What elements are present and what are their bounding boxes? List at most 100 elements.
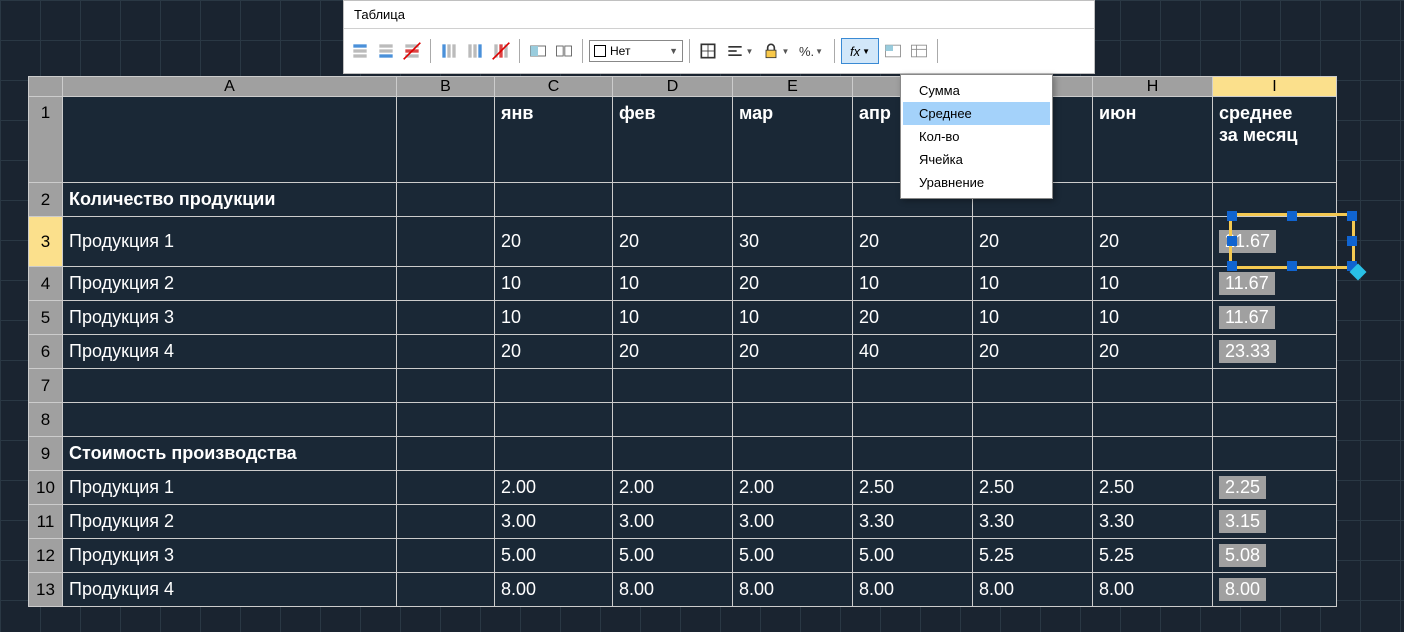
table-cell[interactable] — [397, 539, 495, 573]
table-cell[interactable]: 5.08 — [1213, 539, 1337, 573]
unmerge-cells-icon[interactable] — [552, 39, 576, 63]
table-cell[interactable] — [1093, 437, 1213, 471]
formula-menu-item[interactable]: Среднее — [903, 102, 1050, 125]
table-cell[interactable]: 10 — [733, 301, 853, 335]
table-cell[interactable]: Продукция 4 — [63, 573, 397, 607]
row-header[interactable]: 13 — [29, 573, 63, 607]
table-cell[interactable]: 3.30 — [853, 505, 973, 539]
table-cell[interactable]: 20 — [973, 217, 1093, 267]
table-cell[interactable]: 11.67 — [1213, 267, 1337, 301]
table-cell[interactable]: 2.25 — [1213, 471, 1337, 505]
percent-format-icon[interactable]: %.▼ — [794, 39, 828, 63]
row-header[interactable]: 8 — [29, 403, 63, 437]
table-cell[interactable] — [973, 403, 1093, 437]
table-cell[interactable]: 20 — [495, 335, 613, 369]
table-cell[interactable]: 20 — [733, 267, 853, 301]
table-cell[interactable]: 10 — [613, 267, 733, 301]
table-cell[interactable] — [63, 403, 397, 437]
column-header[interactable]: B — [397, 77, 495, 97]
table-datalink-icon[interactable] — [907, 39, 931, 63]
table-cell[interactable] — [397, 267, 495, 301]
table-cell[interactable] — [1213, 369, 1337, 403]
formula-dropdown-button[interactable]: fx▼ — [841, 38, 879, 64]
table-cell[interactable]: 3.30 — [1093, 505, 1213, 539]
table-cell[interactable]: 3.30 — [973, 505, 1093, 539]
lock-icon[interactable]: ▼ — [758, 39, 792, 63]
table-cell[interactable] — [1213, 403, 1337, 437]
table-cell[interactable] — [495, 369, 613, 403]
table-cell[interactable] — [853, 403, 973, 437]
table-cell[interactable]: 20 — [1093, 217, 1213, 267]
table-cell[interactable]: среднееза месяц — [1213, 97, 1337, 183]
table-cell[interactable]: 20 — [853, 217, 973, 267]
row-header[interactable]: 9 — [29, 437, 63, 471]
table-cell[interactable] — [613, 369, 733, 403]
table-cell[interactable]: 3.00 — [495, 505, 613, 539]
table-cell[interactable]: 2.00 — [613, 471, 733, 505]
insert-col-left-icon[interactable] — [437, 39, 461, 63]
table-cell[interactable] — [63, 369, 397, 403]
table-cell[interactable]: 20 — [613, 217, 733, 267]
table-cell[interactable]: 8.00 — [1093, 573, 1213, 607]
insert-col-right-icon[interactable] — [463, 39, 487, 63]
table-cell[interactable] — [397, 573, 495, 607]
table-cell[interactable]: Продукция 1 — [63, 471, 397, 505]
table-cell[interactable] — [613, 403, 733, 437]
table-cell[interactable]: мар — [733, 97, 853, 183]
table-cell[interactable] — [853, 369, 973, 403]
table-cell[interactable] — [613, 183, 733, 217]
table-cell[interactable]: Продукция 1 — [63, 217, 397, 267]
table-cell[interactable]: 8.00 — [495, 573, 613, 607]
table-cell[interactable]: Стоимость производства — [63, 437, 397, 471]
table-cell[interactable]: 20 — [973, 335, 1093, 369]
table-cell[interactable]: 8.00 — [853, 573, 973, 607]
row-header[interactable]: 12 — [29, 539, 63, 573]
table-cell[interactable]: 20 — [495, 217, 613, 267]
table-cell[interactable] — [397, 437, 495, 471]
table-cell[interactable]: 8.00 — [613, 573, 733, 607]
table-cell[interactable]: 21.67 — [1213, 217, 1337, 267]
spreadsheet-table[interactable]: ABCDEFGHI1янвфевмарапрмайиюнсреднееза ме… — [28, 76, 1337, 607]
table-cell[interactable] — [397, 471, 495, 505]
table-cell[interactable] — [1213, 183, 1337, 217]
row-header[interactable]: 6 — [29, 335, 63, 369]
table-cell[interactable]: 20 — [733, 335, 853, 369]
table-cell[interactable]: 20 — [853, 301, 973, 335]
table-cell[interactable] — [733, 183, 853, 217]
cell-field-icon[interactable] — [881, 39, 905, 63]
table-cell[interactable] — [973, 437, 1093, 471]
table-cell[interactable]: 3.15 — [1213, 505, 1337, 539]
table-cell[interactable]: 5.25 — [973, 539, 1093, 573]
table-cell[interactable]: 8.00 — [1213, 573, 1337, 607]
table-cell[interactable]: Продукция 3 — [63, 539, 397, 573]
table-cell[interactable]: 2.50 — [853, 471, 973, 505]
column-header[interactable]: H — [1093, 77, 1213, 97]
table-cell[interactable] — [613, 437, 733, 471]
row-header[interactable]: 3 — [29, 217, 63, 267]
column-header[interactable]: E — [733, 77, 853, 97]
delete-row-icon[interactable] — [400, 39, 424, 63]
row-header[interactable]: 4 — [29, 267, 63, 301]
table-cell[interactable]: 10 — [613, 301, 733, 335]
table-cell[interactable]: Продукция 3 — [63, 301, 397, 335]
table-cell[interactable]: 3.00 — [733, 505, 853, 539]
table-cell[interactable]: июн — [1093, 97, 1213, 183]
table-cell[interactable]: 2.00 — [495, 471, 613, 505]
table-cell[interactable]: янв — [495, 97, 613, 183]
table-cell[interactable]: 23.33 — [1213, 335, 1337, 369]
table-cell[interactable] — [397, 183, 495, 217]
table-cell[interactable] — [397, 97, 495, 183]
insert-row-below-icon[interactable] — [374, 39, 398, 63]
table-cell[interactable]: 2.00 — [733, 471, 853, 505]
table-cell[interactable] — [397, 301, 495, 335]
table-cell[interactable]: Количество продукции — [63, 183, 397, 217]
table-cell[interactable]: 10 — [1093, 301, 1213, 335]
table-cell[interactable]: 40 — [853, 335, 973, 369]
row-header[interactable]: 11 — [29, 505, 63, 539]
table-cell[interactable] — [397, 369, 495, 403]
table-cell[interactable]: 10 — [853, 267, 973, 301]
table-cell[interactable]: Продукция 2 — [63, 505, 397, 539]
column-header[interactable]: A — [63, 77, 397, 97]
table-cell[interactable]: Продукция 4 — [63, 335, 397, 369]
table-cell[interactable] — [397, 335, 495, 369]
